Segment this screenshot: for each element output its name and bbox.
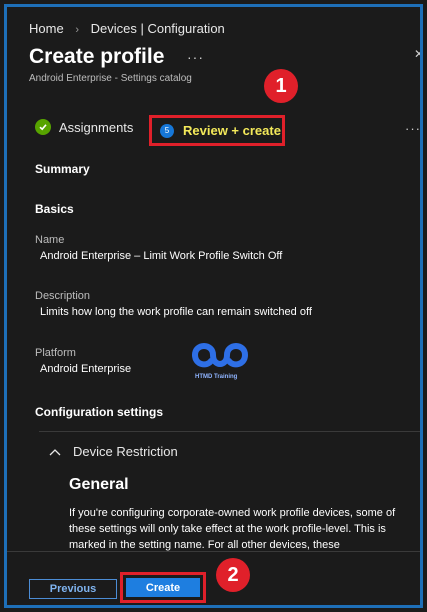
tab-review-create[interactable]: 5 Review + create (149, 115, 285, 146)
device-restriction-accordion[interactable]: Device Restriction (49, 444, 178, 459)
summary-heading: Summary (35, 162, 90, 176)
more-options-icon[interactable]: ··· (187, 49, 204, 65)
breadcrumb-separator: › (75, 24, 79, 36)
configuration-settings-heading: Configuration settings (35, 405, 163, 419)
tab-assignments-label: Assignments (59, 119, 134, 135)
general-heading: General (69, 476, 129, 493)
checkmark-icon (35, 119, 51, 135)
page-title: Create profile (29, 45, 165, 68)
step-number-icon: 5 (160, 123, 174, 138)
breadcrumb-home[interactable]: Home (29, 21, 64, 36)
name-label: Name (35, 234, 65, 246)
previous-button[interactable]: Previous (29, 579, 117, 599)
platform-label: Platform (35, 347, 76, 359)
page-subtitle: Android Enterprise - Settings catalog (29, 73, 192, 84)
callout-badge-1: 1 (264, 69, 298, 103)
tab-assignments[interactable]: Assignments (35, 119, 133, 135)
general-description: If you're configuring corporate-owned wo… (69, 507, 396, 551)
breadcrumb-devices-configuration[interactable]: Devices | Configuration (91, 21, 225, 36)
tabs-more-icon[interactable]: ··· (405, 121, 420, 136)
name-value: Android Enterprise – Limit Work Profile … (40, 250, 283, 262)
create-button[interactable]: Create (126, 578, 200, 597)
tab-review-create-label: Review + create (183, 123, 281, 138)
accordion-label: Device Restriction (73, 444, 178, 459)
breadcrumb: Home › Devices | Configuration (29, 21, 225, 36)
chevron-up-icon (49, 444, 61, 459)
platform-value: Android Enterprise (40, 363, 132, 375)
description-label: Description (35, 290, 91, 302)
basics-heading: Basics (35, 202, 74, 216)
description-value: Limits how long the work profile can rem… (40, 306, 312, 318)
section-divider (39, 431, 420, 432)
watermark-text: HTMD Training (195, 374, 238, 380)
profile-panel: Home › Devices | Configuration Create pr… (4, 4, 423, 608)
callout-badge-2: 2 (216, 558, 250, 592)
close-icon[interactable]: ✕ (414, 47, 420, 61)
